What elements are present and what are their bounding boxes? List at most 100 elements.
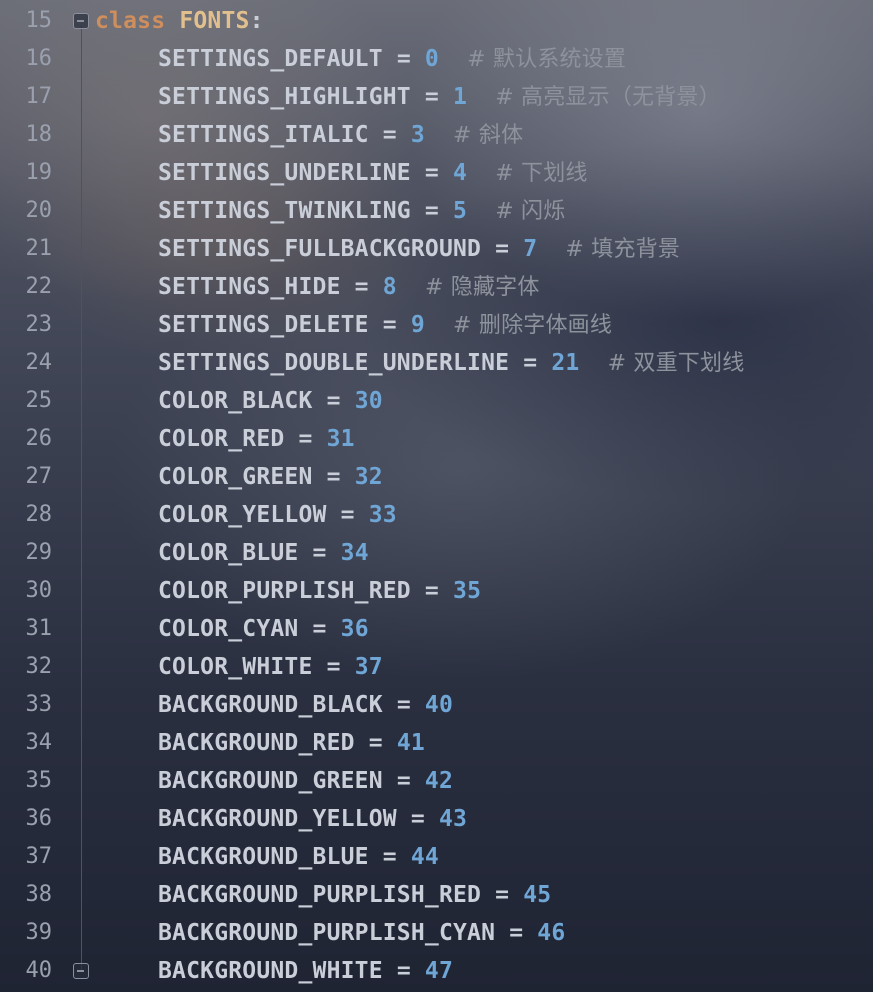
code-line-class-header[interactable]: class FONTS:	[95, 2, 264, 40]
code-line[interactable]: SETTINGS_DOUBLE_UNDERLINE = 21 # 双重下划线	[158, 344, 744, 382]
constant-name: BACKGROUND_WHITE	[158, 958, 383, 984]
code-line[interactable]: BACKGROUND_PURPLISH_CYAN = 46	[158, 914, 565, 952]
code-line[interactable]: BACKGROUND_PURPLISH_RED = 45	[158, 876, 551, 914]
constant-name: COLOR_BLUE	[158, 540, 299, 566]
constant-name: COLOR_YELLOW	[158, 502, 327, 528]
constant-name: BACKGROUND_PURPLISH_RED	[158, 882, 482, 908]
constant-value: 32	[354, 464, 383, 490]
constant-name: COLOR_RED	[158, 426, 285, 452]
code-editor[interactable]: 15 16 17 18 19 20 21 22 23 24 25 26 27 28 29 30 31 32 33 34…	[0, 0, 873, 992]
inline-comment: # 双重下划线	[607, 351, 745, 376]
code-line[interactable]: BACKGROUND_WHITE = 47	[158, 952, 453, 990]
line-number-gutter: 15 16 17 18 19 20 21 22 23 24 25 26 27 28 29 30 31 32 33 34…	[0, 0, 89, 992]
line-number: 23	[25, 312, 53, 337]
assign-operator: =	[481, 882, 524, 908]
code-line[interactable]: BACKGROUND_GREEN = 42	[158, 762, 453, 800]
assign-operator: =	[382, 768, 425, 794]
constant-name: SETTINGS_HIGHLIGHT	[158, 84, 411, 110]
code-line[interactable]: BACKGROUND_RED = 41	[158, 724, 425, 762]
line-number: 15	[25, 8, 53, 33]
fold-end-icon[interactable]	[73, 963, 89, 979]
inline-comment: # 删除字体画线	[453, 313, 613, 338]
code-line[interactable]: COLOR_YELLOW = 33	[158, 496, 397, 534]
code-line[interactable]: SETTINGS_HIGHLIGHT = 1 # 高亮显示（无背景）	[158, 78, 721, 116]
constant-value: 44	[410, 844, 439, 870]
code-line[interactable]: BACKGROUND_BLUE = 44	[158, 838, 439, 876]
assign-operator: =	[326, 502, 369, 528]
line-number: 18	[25, 122, 53, 147]
line-number: 33	[25, 692, 53, 717]
assign-operator: =	[481, 236, 524, 262]
code-line[interactable]: COLOR_BLUE = 34	[158, 534, 369, 572]
constant-value: 40	[424, 692, 454, 718]
assign-operator: =	[368, 844, 411, 870]
line-number: 26	[25, 426, 53, 451]
fold-collapse-icon[interactable]	[73, 13, 89, 29]
line-number: 24	[25, 350, 53, 375]
code-line[interactable]: BACKGROUND_YELLOW = 43	[158, 800, 467, 838]
constant-value: 43	[438, 806, 468, 832]
line-number: 40	[25, 958, 53, 983]
constant-value: 4	[453, 160, 468, 186]
code-line[interactable]: COLOR_GREEN = 32	[158, 458, 383, 496]
code-line[interactable]: COLOR_BLACK = 30	[158, 382, 383, 420]
code-line[interactable]: BACKGROUND_BLACK = 40	[158, 686, 453, 724]
assign-operator: =	[410, 84, 454, 110]
constant-value: 41	[396, 730, 425, 756]
constant-name: SETTINGS_DELETE	[158, 312, 369, 338]
inline-comment: # 闪烁	[495, 199, 566, 224]
assign-operator: =	[368, 122, 411, 148]
constant-name: SETTINGS_DOUBLE_UNDERLINE	[158, 350, 510, 376]
constant-value: 0	[424, 46, 439, 72]
constant-value: 9	[410, 312, 425, 338]
constant-name: COLOR_CYAN	[158, 616, 299, 642]
line-number: 37	[25, 844, 53, 869]
code-line[interactable]: COLOR_WHITE = 37	[158, 648, 383, 686]
assign-operator: =	[312, 654, 355, 680]
line-number: 34	[25, 730, 53, 755]
line-number: 38	[25, 882, 53, 907]
assign-operator: =	[382, 692, 425, 718]
line-number: 21	[25, 236, 53, 261]
code-line[interactable]: SETTINGS_FULLBACKGROUND = 7 # 填充背景	[158, 230, 680, 268]
code-line[interactable]: SETTINGS_HIDE = 8 # 隐藏字体	[158, 268, 540, 306]
line-number: 20	[25, 198, 53, 223]
constant-value: 30	[354, 388, 383, 414]
inline-comment: # 下划线	[495, 161, 588, 186]
constant-name: BACKGROUND_YELLOW	[158, 806, 397, 832]
constant-name: SETTINGS_TWINKLING	[158, 198, 411, 224]
assign-operator: =	[298, 616, 341, 642]
constant-name: BACKGROUND_RED	[158, 730, 355, 756]
code-line[interactable]: COLOR_PURPLISH_RED = 35	[158, 572, 481, 610]
code-line[interactable]: SETTINGS_ITALIC = 3 # 斜体	[158, 116, 523, 154]
line-number: 39	[25, 920, 53, 945]
constant-value: 33	[368, 502, 397, 528]
constant-value: 7	[523, 236, 538, 262]
constant-value: 34	[340, 540, 369, 566]
constant-value: 8	[382, 274, 397, 300]
code-line[interactable]: SETTINGS_TWINKLING = 5 # 闪烁	[158, 192, 565, 230]
code-line[interactable]: SETTINGS_UNDERLINE = 4 # 下划线	[158, 154, 588, 192]
inline-comment: # 默认系统设置	[467, 47, 627, 72]
constant-value: 42	[424, 768, 454, 794]
constant-name: COLOR_GREEN	[158, 464, 313, 490]
assign-operator: =	[410, 578, 454, 604]
code-line[interactable]: SETTINGS_DELETE = 9 # 删除字体画线	[158, 306, 612, 344]
line-number: 30	[25, 578, 53, 603]
assign-operator: =	[354, 730, 397, 756]
inline-comment: # 填充背景	[565, 237, 681, 262]
line-number: 27	[25, 464, 53, 489]
code-line[interactable]: SETTINGS_DEFAULT = 0 # 默认系统设置	[158, 40, 626, 78]
assign-operator: =	[298, 540, 341, 566]
constant-name: SETTINGS_UNDERLINE	[158, 160, 411, 186]
constant-value: 45	[523, 882, 552, 908]
constant-value: 31	[326, 426, 355, 452]
constant-name: COLOR_PURPLISH_RED	[158, 578, 411, 604]
constant-value: 35	[453, 578, 482, 604]
line-number: 25	[25, 388, 53, 413]
code-line[interactable]: COLOR_RED = 31	[158, 420, 355, 458]
code-line[interactable]: COLOR_CYAN = 36	[158, 610, 369, 648]
constant-value: 36	[340, 616, 369, 642]
assign-operator: =	[340, 274, 383, 300]
line-number: 29	[25, 540, 53, 565]
